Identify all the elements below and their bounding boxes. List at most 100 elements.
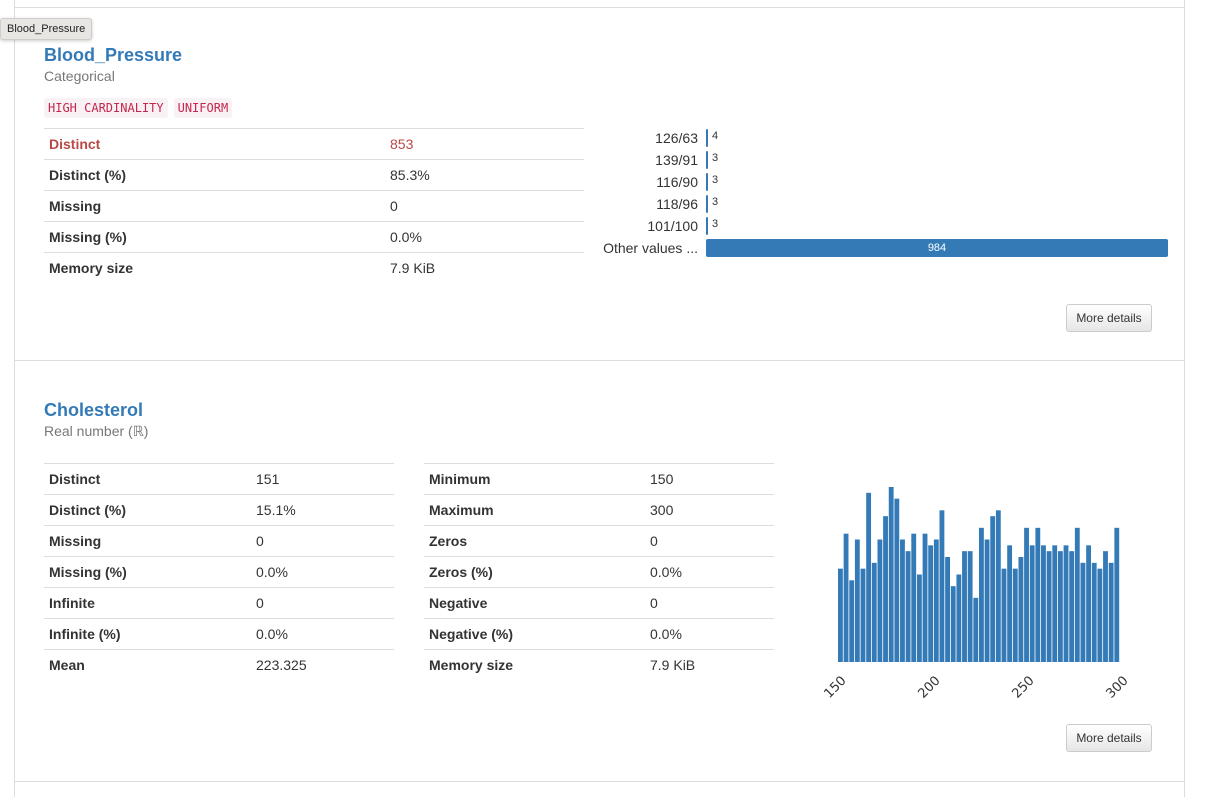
stat-key: Distinct — [44, 128, 385, 160]
histogram-bar — [866, 492, 872, 662]
histogram-bar — [1108, 562, 1114, 662]
histogram-bar — [1069, 551, 1075, 662]
variable-name-link[interactable]: Cholesterol — [44, 400, 143, 421]
stat-value: 150 — [645, 463, 774, 495]
frequency-table: 126/63 4 139/91 3 116/90 3 118/96 3 101/100 3 Othe… — [596, 127, 1171, 259]
stat-row: Negative 0 — [424, 587, 774, 619]
frequency-row: 118/96 3 — [596, 193, 1171, 215]
histogram-bar — [849, 580, 855, 662]
frequency-count: 4 — [712, 130, 719, 142]
histogram-bar — [1074, 527, 1080, 662]
stat-value: 223.325 — [251, 649, 394, 680]
stat-key: Negative (%) — [424, 618, 645, 650]
variable-name-link[interactable]: Blood_Pressure — [44, 45, 182, 66]
histogram-bar — [843, 533, 849, 662]
histogram-bar — [911, 533, 917, 662]
stat-key: Distinct (%) — [44, 159, 385, 191]
stat-row: Distinct (%) 85.3% — [44, 159, 584, 191]
frequency-row: 116/90 3 — [596, 171, 1171, 193]
stat-value: 0.0% — [645, 556, 774, 588]
histogram-bar — [928, 545, 934, 662]
histogram-bar — [1018, 557, 1024, 662]
frequency-count: 3 — [712, 218, 719, 230]
stat-value: 151 — [251, 463, 394, 495]
stat-row: Distinct 151 — [44, 463, 394, 495]
histogram-bar — [1063, 545, 1069, 662]
stat-key: Memory size — [424, 649, 645, 680]
stat-value: 7.9 KiB — [645, 649, 774, 680]
histogram-bar — [871, 562, 877, 662]
histogram-bar — [1024, 527, 1029, 662]
histogram-bar — [1057, 551, 1063, 662]
histogram-bar — [1007, 545, 1013, 662]
histogram-bar — [950, 586, 956, 662]
badge-uniform: UNIFORM — [173, 98, 233, 118]
stat-value: 0.0% — [385, 221, 584, 253]
histogram-bar — [1001, 568, 1007, 662]
histogram-bar — [1029, 545, 1035, 662]
stat-row: Missing 0 — [44, 190, 584, 222]
stat-key: Missing — [44, 525, 251, 557]
stat-row: Memory size 7.9 KiB — [44, 252, 584, 283]
variable-type: Real number (ℝ) — [44, 423, 149, 439]
stat-value: 0.0% — [251, 618, 394, 650]
stat-value: 0 — [645, 525, 774, 557]
histogram-bar — [1086, 545, 1091, 662]
stat-row: Missing (%) 0.0% — [44, 556, 394, 588]
frequency-row: 101/100 3 — [596, 215, 1171, 237]
divider — [15, 360, 1184, 361]
alert-badges: HIGH CARDINALITY UNIFORM — [44, 98, 233, 118]
histogram-bar — [922, 533, 928, 662]
stat-value: 853 — [385, 128, 584, 160]
stat-value: 0.0% — [645, 618, 774, 650]
frequency-label: 126/63 — [655, 130, 698, 146]
divider — [15, 7, 1184, 8]
stat-key: Negative — [424, 587, 645, 619]
stat-value: 0 — [385, 190, 584, 222]
tooltip: Blood_Pressure — [0, 18, 93, 40]
chol-stats-right: Minimum 150 Maximum 300 Zeros 0 Zeros (%) 0.… — [424, 463, 774, 680]
histogram-chart: 150 200 250 300 — [821, 487, 1132, 702]
stat-key: Mean — [44, 649, 251, 680]
more-details-button[interactable]: More details — [1066, 724, 1152, 752]
stat-key: Zeros (%) — [424, 556, 645, 588]
stat-key: Maximum — [424, 494, 645, 526]
stat-key: Missing (%) — [44, 221, 385, 253]
histogram-bar — [854, 539, 860, 662]
stat-key: Distinct (%) — [44, 494, 251, 526]
stat-key: Missing (%) — [44, 556, 251, 588]
stat-value: 0 — [251, 525, 394, 557]
histogram-bar — [1103, 551, 1108, 662]
stat-row: Zeros (%) 0.0% — [424, 556, 774, 588]
stat-row: Missing (%) 0.0% — [44, 221, 584, 253]
frequency-label: 116/90 — [656, 174, 698, 190]
histogram-bar — [967, 551, 973, 662]
stat-value: 0.0% — [251, 556, 394, 588]
histogram-bar — [1080, 562, 1086, 662]
more-details-button[interactable]: More details — [1066, 304, 1152, 332]
bp-stats-table: Distinct 853 Distinct (%) 85.3% Missing 0 M… — [44, 128, 584, 283]
histogram-bar — [1046, 551, 1052, 662]
histogram-bar — [979, 527, 984, 662]
frequency-bar — [706, 173, 708, 191]
frequency-bar — [706, 129, 708, 147]
x-tick-label: 150 — [821, 673, 849, 701]
histogram-bar — [945, 557, 950, 662]
histogram-bar — [1052, 545, 1058, 662]
histogram-bar — [984, 539, 990, 662]
histogram-bar — [900, 539, 905, 662]
stat-row: Memory size 7.9 KiB — [424, 649, 774, 680]
frequency-bar — [706, 151, 708, 169]
frequency-label: 139/91 — [655, 152, 698, 168]
histogram-bar — [990, 516, 996, 662]
histogram-bar — [838, 568, 843, 662]
stat-key: Infinite (%) — [44, 618, 251, 650]
histogram-bar — [1041, 545, 1046, 662]
variable-type: Categorical — [44, 68, 115, 84]
histogram-bar — [894, 498, 900, 662]
frequency-bar — [706, 217, 708, 235]
frequency-count: 3 — [712, 174, 719, 186]
frequency-label: 101/100 — [647, 218, 698, 234]
stat-row: Mean 223.325 — [44, 649, 394, 680]
stat-row: Missing 0 — [44, 525, 394, 557]
